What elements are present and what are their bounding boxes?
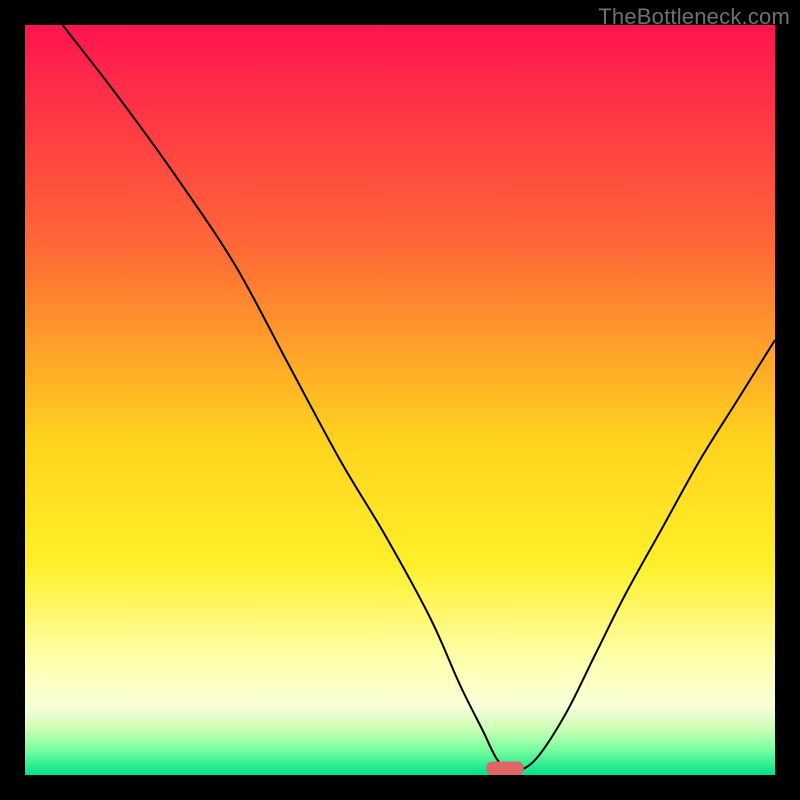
chart-frame: TheBottleneck.com xyxy=(0,0,800,800)
plot-svg xyxy=(25,25,775,775)
plot-area xyxy=(25,25,775,775)
gradient-background xyxy=(25,25,775,775)
watermark-text: TheBottleneck.com xyxy=(598,4,790,30)
optimum-marker xyxy=(486,762,524,776)
